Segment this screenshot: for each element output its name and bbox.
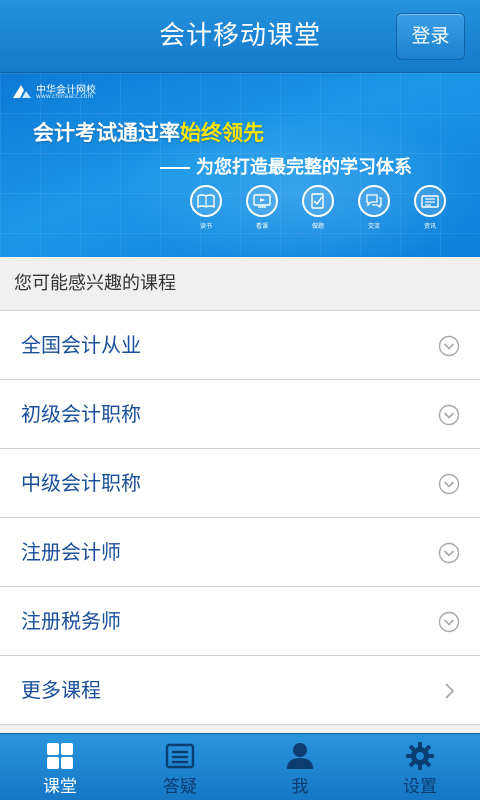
tab-qa[interactable]: 答疑	[120, 734, 240, 800]
dash-decoration	[160, 167, 190, 169]
tab-classroom[interactable]: 课堂	[0, 734, 120, 800]
tab-settings[interactable]: 设置	[360, 734, 480, 800]
user-icon	[287, 743, 313, 769]
chevron-down-circle-icon	[438, 473, 460, 495]
chevron-down-circle-icon	[438, 542, 460, 564]
exercise-icon	[302, 185, 334, 217]
course-item-cpa[interactable]: 注册会计师	[0, 518, 480, 587]
feature-label: 做题	[311, 223, 324, 230]
feature-label: 交流	[367, 223, 380, 230]
tab-me[interactable]: 我	[240, 734, 360, 800]
course-list: 全国会计从业 初级会计职称 中级会计职称 注册会计师 注册税务师 更多课程	[0, 311, 480, 733]
course-label: 更多课程	[21, 678, 101, 702]
chevron-right-icon	[445, 683, 455, 699]
course-item-cta[interactable]: 注册税务师	[0, 587, 480, 656]
chevron-down-circle-icon	[438, 611, 460, 633]
feature-lecture: 看课	[242, 185, 282, 230]
course-item-accounting-qualification[interactable]: 全国会计从业	[0, 311, 480, 380]
qa-list-icon	[165, 743, 195, 769]
banner-sub-slogan: 为您打造最完整的学习体系	[160, 153, 412, 179]
course-item-intermediate-title[interactable]: 中级会计职称	[0, 449, 480, 518]
feature-discussion: 交流	[354, 185, 394, 230]
app-header: 会计移动课堂 登录	[0, 0, 480, 73]
gear-icon	[406, 742, 434, 770]
bottom-tab-bar: 课堂 答疑 我 设置	[0, 733, 480, 800]
course-label: 初级会计职称	[21, 402, 141, 426]
tab-label: 答疑	[163, 777, 197, 797]
sub-slogan-text: 为您打造最完整的学习体系	[196, 157, 412, 178]
lecture-icon	[246, 185, 278, 217]
feature-label: 读书	[199, 223, 212, 230]
course-label: 注册税务师	[21, 609, 121, 633]
feature-label: 资讯	[423, 223, 436, 230]
slogan-prefix: 会计考试通过率	[33, 121, 180, 145]
course-item-more[interactable]: 更多课程	[0, 656, 480, 725]
course-item-junior-title[interactable]: 初级会计职称	[0, 380, 480, 449]
slogan-highlight: 始终领先	[180, 121, 264, 145]
discussion-icon	[358, 185, 390, 217]
feature-book: 读书	[186, 185, 226, 230]
course-label: 中级会计职称	[21, 471, 141, 495]
grid-icon	[47, 743, 73, 769]
course-label: 全国会计从业	[21, 333, 141, 357]
banner-slogan: 会计考试通过率始终领先	[33, 117, 264, 147]
chevron-down-circle-icon	[438, 404, 460, 426]
promo-banner[interactable]: 中华会计网校 www.chinaacc.com 会计考试通过率始终领先 为您打造…	[0, 73, 480, 257]
feature-news: 资讯	[410, 185, 450, 230]
chevron-down-circle-icon	[438, 335, 460, 357]
feature-exercise: 做题	[298, 185, 338, 230]
tab-label: 课堂	[43, 777, 77, 797]
login-button[interactable]: 登录	[396, 13, 465, 60]
logo-mark-icon	[13, 85, 31, 98]
course-label: 注册会计师	[21, 540, 121, 564]
logo-url: www.chinaacc.com	[36, 93, 94, 100]
tab-label: 设置	[403, 777, 437, 797]
feature-label: 看课	[255, 223, 268, 230]
tab-label: 我	[291, 777, 309, 797]
section-title: 您可能感兴趣的课程	[0, 257, 480, 311]
news-icon	[414, 185, 446, 217]
list-spacer	[0, 725, 480, 733]
book-icon	[190, 185, 222, 217]
